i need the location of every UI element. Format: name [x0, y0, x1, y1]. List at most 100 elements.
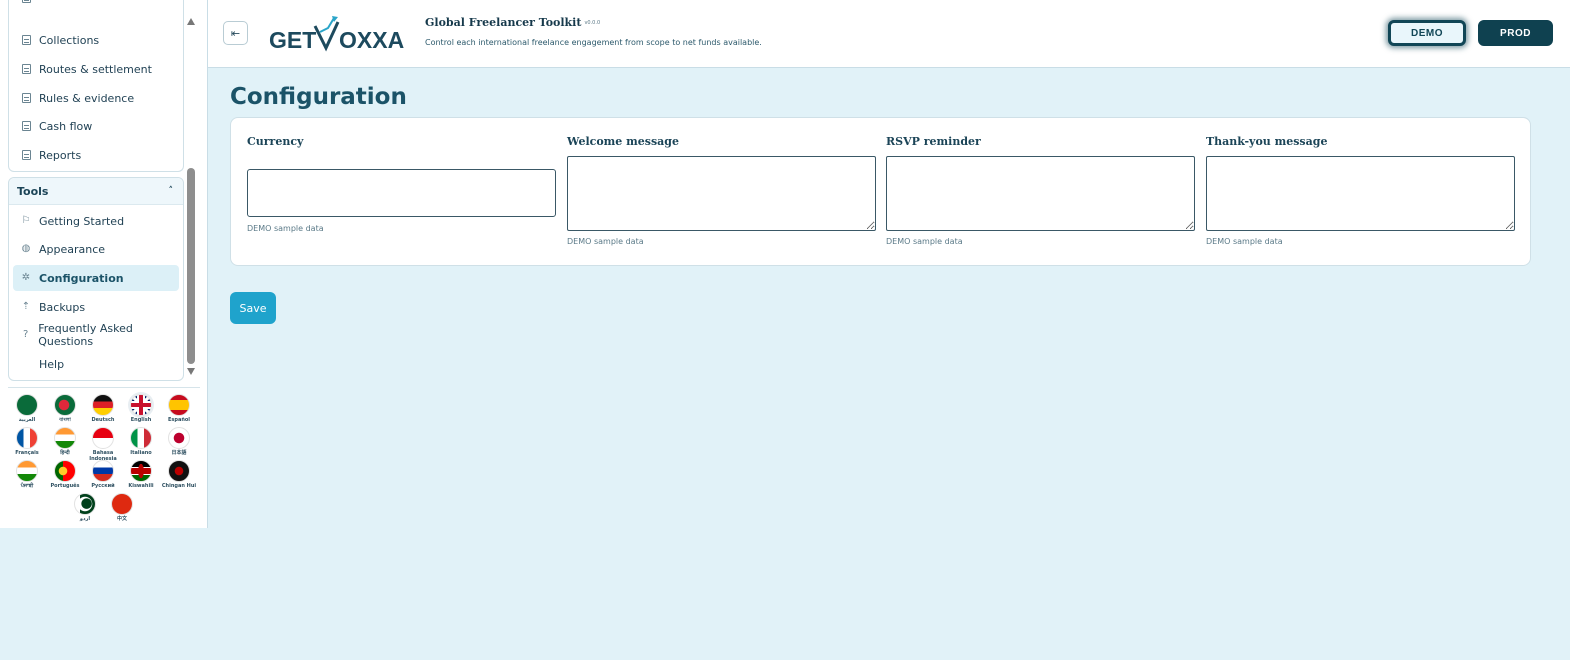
top-header: ⇤ GET OXXA Global Freelancer Toolkit v0.0…	[208, 0, 1570, 68]
spain-flag-icon	[168, 394, 190, 416]
language-english[interactable]: English	[122, 394, 160, 423]
language-indonesian[interactable]: Bahasa Indonesia	[84, 427, 122, 462]
welcome-message-label: Welcome message	[567, 135, 679, 148]
language-russian[interactable]: Русский	[84, 460, 122, 489]
india-flag-icon	[16, 460, 38, 482]
kenya-flag-icon	[130, 460, 152, 482]
tools-section-title: Tools	[17, 184, 49, 198]
thank-you-message-textarea[interactable]	[1206, 156, 1515, 231]
china-flag-icon	[111, 493, 133, 515]
rsvp-reminder-textarea[interactable]	[886, 156, 1195, 231]
scrollbar-thumb[interactable]	[187, 168, 195, 364]
sidebar-item-faq[interactable]: ? Frequently Asked Questions	[13, 322, 179, 348]
sidebar-item-label: Frequently Asked Questions	[38, 322, 133, 348]
page-title: Configuration	[230, 84, 407, 110]
rsvp-reminder-label: RSVP reminder	[886, 135, 981, 148]
sidebar-item-label: Collections	[39, 33, 100, 47]
sidebar-item-label: Rules & evidence	[39, 91, 135, 105]
sidebar-item-reports[interactable]: Reports	[13, 142, 179, 168]
russia-flag-icon	[92, 460, 114, 482]
portugal-flag-icon	[54, 460, 76, 482]
sidebar-item-cash-flow[interactable]: Cash flow	[13, 113, 179, 139]
france-flag-icon	[16, 427, 38, 449]
question-icon: ?	[22, 329, 29, 340]
thank-you-message-label: Thank-you message	[1206, 135, 1328, 148]
save-button[interactable]: Save	[230, 292, 276, 324]
svg-text:OXXA: OXXA	[339, 27, 404, 53]
indonesia-flag-icon	[92, 427, 114, 449]
language-punjabi[interactable]: ਪੰਜਾਬੀ	[8, 460, 46, 489]
sidebar-item-label: Routes & settlement	[39, 62, 152, 76]
chevron-up-icon: ˄	[168, 186, 174, 196]
uk-flag-icon	[130, 394, 152, 416]
bangladesh-flag-icon	[54, 394, 76, 416]
gear-icon: ✲	[21, 272, 31, 283]
sidebar-item-label: Appearance	[39, 242, 106, 256]
rsvp-reminder-help: DEMO sample data	[886, 237, 963, 246]
sidebar-item-label: Reports	[39, 148, 82, 162]
language-swahili[interactable]: Kiswahili	[122, 460, 160, 489]
document-icon	[21, 121, 31, 131]
sidebar-item-hidden[interactable]	[13, 0, 179, 6]
scroll-up-arrow-icon[interactable]	[187, 18, 195, 25]
currency-help: DEMO sample data	[247, 224, 324, 233]
palette-icon: ◍	[21, 243, 31, 254]
italy-flag-icon	[130, 427, 152, 449]
sidebar: Collections Routes & settlement Rules & …	[0, 0, 208, 528]
india-flag-icon	[54, 427, 76, 449]
sidebar-item-appearance[interactable]: ◍ Appearance	[13, 236, 179, 262]
language-chinese[interactable]: 中文	[103, 493, 141, 522]
app-subtitle: Control each international freelance eng…	[425, 38, 762, 47]
document-icon	[21, 150, 31, 160]
app-version: v0.0.0	[584, 20, 601, 26]
thank-you-message-help: DEMO sample data	[1206, 237, 1283, 246]
language-japanese[interactable]: 日本語	[160, 427, 198, 456]
language-spanish[interactable]: Español	[160, 394, 198, 423]
pakistan-flag-icon	[74, 493, 96, 515]
sidebar-item-backups[interactable]: ⇡ Backups	[13, 294, 179, 320]
sidebar-item-help[interactable]: Help	[13, 351, 179, 377]
upload-icon: ⇡	[21, 301, 31, 312]
language-arabic[interactable]: العربية	[8, 394, 46, 423]
configuration-form: Currency DEMO sample data Welcome messag…	[230, 117, 1531, 266]
welcome-message-help: DEMO sample data	[567, 237, 644, 246]
tools-section-header[interactable]: Tools ˄	[9, 178, 183, 205]
sidebar-item-configuration[interactable]: ✲ Configuration	[13, 265, 179, 291]
sidebar-item-routes-settlement[interactable]: Routes & settlement	[13, 56, 179, 82]
scroll-down-arrow-icon[interactable]	[187, 368, 195, 375]
currency-label: Currency	[247, 135, 304, 148]
language-italian[interactable]: Italiano	[122, 427, 160, 456]
sidebar-item-collections[interactable]: Collections	[13, 27, 179, 53]
flag-icon: ⚐	[21, 215, 31, 226]
demo-env-button[interactable]: DEMO	[1388, 20, 1466, 46]
language-urdu[interactable]: اردو	[66, 493, 104, 522]
collapse-menu-icon: ⇤	[230, 27, 241, 40]
prod-env-button[interactable]: PROD	[1478, 20, 1553, 46]
document-icon	[21, 64, 31, 74]
language-french[interactable]: Français	[8, 427, 46, 456]
saudi-flag-icon	[16, 394, 38, 416]
sidebar-item-label: Configuration	[39, 271, 124, 285]
document-icon	[21, 35, 31, 45]
language-chingan-hui[interactable]: Chingan Hui	[160, 460, 198, 489]
getvoxxa-logo: GET OXXA	[269, 16, 404, 53]
sidebar-scrollbar[interactable]	[186, 14, 196, 380]
language-hindi[interactable]: हिन्दी	[46, 427, 84, 456]
document-icon	[21, 0, 31, 3]
svg-text:GET: GET	[269, 27, 316, 53]
welcome-message-textarea[interactable]	[567, 156, 876, 231]
language-portuguese[interactable]: Português	[46, 460, 84, 489]
sidebar-item-label: Cash flow	[39, 119, 93, 133]
germany-flag-icon	[92, 394, 114, 416]
sidebar-item-getting-started[interactable]: ⚐ Getting Started	[13, 208, 179, 234]
language-german[interactable]: Deutsch	[84, 394, 122, 423]
currency-input[interactable]	[247, 169, 556, 217]
sidebar-toggle-button[interactable]: ⇤	[223, 21, 248, 45]
tools-section: Tools ˄ ⚐ Getting Started ◍ Appearance ✲…	[8, 177, 184, 381]
sidebar-item-label: Getting Started	[39, 214, 125, 228]
sidebar-item-label: Backups	[39, 300, 86, 314]
language-bengali[interactable]: বাংলা	[46, 394, 84, 423]
japan-flag-icon	[168, 427, 190, 449]
sidebar-item-rules-evidence[interactable]: Rules & evidence	[13, 85, 179, 111]
sidebar-item-label: Help	[39, 357, 65, 371]
